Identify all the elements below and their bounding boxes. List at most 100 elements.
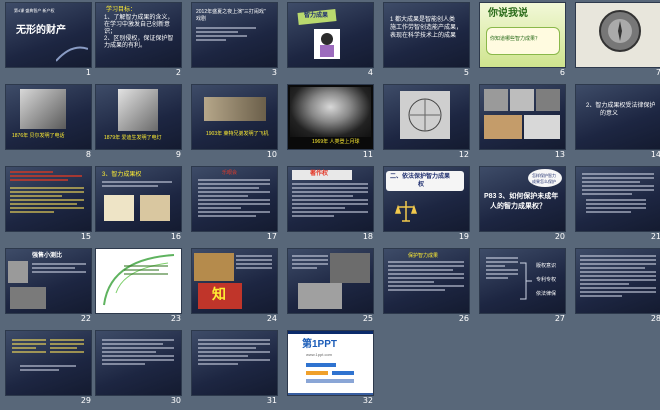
slide-text: 依法律保 — [536, 291, 557, 297]
slide-title: 人的智力成果权？ — [490, 203, 546, 210]
slide-title: 无形的财产 — [16, 25, 66, 36]
moon-landing-photo — [290, 87, 371, 137]
slide-title: 乐眼会 — [222, 170, 238, 176]
slide-thumbnail-12[interactable] — [384, 85, 469, 149]
scales-of-justice-icon — [394, 201, 418, 222]
slide-text: 表现在科学技术上的成果 — [390, 33, 457, 39]
seismograph-sketch — [400, 91, 450, 139]
slide-text: 版权意识 — [536, 263, 557, 269]
slide-thumbnail-9[interactable]: 1879年 爱迪生发明了电灯 — [96, 85, 181, 149]
slide-body-text — [582, 173, 654, 197]
slide-body-text — [388, 261, 464, 293]
slide-title: 强售小测比 — [32, 253, 63, 259]
slide-thumbnail-31[interactable] — [192, 331, 277, 395]
ppt-site-url: www.1ppt.com — [306, 352, 333, 357]
logo-bar — [306, 379, 354, 383]
slide-thumbnail-21[interactable] — [576, 167, 660, 231]
slide-thumbnail-28[interactable] — [576, 249, 660, 313]
slide-body-text — [12, 339, 46, 355]
slide-body-text — [32, 263, 86, 275]
slide-thumbnail-26[interactable]: 保护智力成果 — [384, 249, 469, 313]
news-photo — [330, 253, 370, 283]
slide-thumbnail-27[interactable]: 版权意识 专利专权 依法律保 — [480, 249, 565, 313]
slide-number: 14 — [650, 150, 660, 159]
slide-thumbnail-22[interactable]: 强售小测比 — [6, 249, 91, 313]
slide-thumbnail-13[interactable] — [480, 85, 565, 149]
slide-thumbnail-29[interactable] — [6, 331, 91, 395]
slide-number: 25 — [362, 314, 373, 323]
slide-question: 你知道哪些智力成果？ — [490, 36, 541, 42]
slide-number: 18 — [362, 232, 373, 241]
slide-number: 2 — [175, 68, 181, 77]
slide-sorter-grid: 第4课 盛典智产 新产权 无形的财产 1 学习目标： 1、了解智力成果的含义， … — [0, 0, 660, 410]
slide-number: 27 — [554, 314, 565, 323]
slide-text: 在学习中激发自己创新意 — [104, 22, 171, 28]
slide-title: 智力成果 — [304, 13, 329, 19]
edison-lamp-photo — [118, 89, 158, 131]
slide-thumbnail-17[interactable]: 乐眼会 — [192, 167, 277, 231]
slide-title: 3、智力成果权 — [102, 172, 142, 178]
ppt-logo-text: 第1PPT — [302, 339, 338, 350]
slide-caption: 1969年 人类登上月球 — [312, 139, 360, 145]
airplane-photo — [204, 97, 266, 121]
slide-caption: 1876年 贝尔发明了电话 — [12, 133, 65, 139]
slide-thumbnail-32[interactable]: 第1PPT www.1ppt.com — [288, 331, 373, 395]
slide-thumbnail-5[interactable]: 1 都大成果是智能创人类 施工作劳智创造能产成果， 表现在科学技术上的成果 — [384, 3, 469, 67]
slide-body-text — [20, 365, 76, 373]
collage-photo-5 — [524, 115, 560, 139]
slide-list-text — [586, 199, 646, 215]
slide-thumbnail-7[interactable] — [576, 3, 660, 67]
slide-thumbnail-19[interactable]: 二、依法保护智力成果 权 — [384, 167, 469, 231]
slide-body-text — [198, 179, 270, 219]
slide-title: 著作权 — [310, 171, 329, 177]
slide-thumbnail-11[interactable]: 1969年 人类登上月球 — [288, 85, 373, 149]
slide-thumbnail-20[interactable]: 怎样保护智力 成果怎么保护 P83 3、如何保护未成年 人的智力成果权？ — [480, 167, 565, 231]
header-bar — [288, 331, 373, 334]
slide-thumbnail-8[interactable]: 1876年 贝尔发明了电话 — [6, 85, 91, 149]
slide-body-text — [50, 339, 84, 355]
slide-title: 你说我说 — [488, 8, 528, 19]
compass-image — [599, 10, 641, 52]
collage-photo-2 — [510, 89, 534, 111]
slide-number: 13 — [554, 150, 565, 159]
slide-body-text — [292, 255, 328, 271]
slide-thumbnail-18[interactable]: 著作权 — [288, 167, 373, 231]
slide-thumbnail-25[interactable] — [288, 249, 373, 313]
slide-text: 1 都大成果是智能创人类 — [390, 17, 456, 23]
slide-number: 19 — [458, 232, 469, 241]
slide-body-text — [580, 255, 656, 299]
slide-title: 二、依法保护智力成果 — [390, 174, 451, 180]
slide-number: 26 — [458, 314, 469, 323]
slide-number: 23 — [170, 314, 181, 323]
slide-number: 31 — [266, 396, 277, 405]
slide-body-text — [102, 181, 172, 189]
slide-text: 成果怎么保护 — [532, 179, 556, 184]
slide-title: 保护智力成果 — [408, 253, 439, 259]
slide-title: 权 — [418, 182, 425, 188]
slide-thumbnail-10[interactable]: 1903年 莱特兄弟发明了飞机 — [192, 85, 277, 149]
slide-thumbnail-1[interactable]: 第4课 盛典智产 新产权 无形的财产 — [6, 3, 91, 67]
slide-number: 22 — [80, 314, 91, 323]
slide-number: 20 — [554, 232, 565, 241]
slide-text: 2、区别侵权，保证保护智 — [104, 36, 174, 42]
slide-body-text — [486, 257, 518, 281]
slide-body-text — [102, 339, 174, 367]
logo-bar — [332, 371, 354, 375]
slide-number: 7 — [655, 68, 660, 77]
slide-thumbnail-24[interactable]: 知 — [192, 249, 277, 313]
slide-thumbnail-2[interactable]: 学习目标： 1、了解智力成果的含义， 在学习中激发自己创新意 识； 2、区别侵权… — [96, 3, 181, 67]
slide-thumbnail-4[interactable]: 智力成果 — [288, 3, 373, 67]
slide-thumbnail-14[interactable]: 2、智力成果权受法律保护 的意义 — [576, 85, 660, 149]
slide-thumbnail-6[interactable]: 你说我说 你知道哪些智力成果？ — [480, 3, 565, 67]
slide-thumbnail-16[interactable]: 3、智力成果权 — [96, 167, 181, 231]
slide-thumbnail-30[interactable] — [96, 331, 181, 395]
slide-body-text — [10, 171, 82, 183]
news-photo — [298, 283, 342, 309]
quiz-photo — [10, 287, 46, 309]
slide-number: 6 — [559, 68, 565, 77]
slide-number: 5 — [463, 68, 469, 77]
slide-thumbnail-23[interactable] — [96, 249, 181, 313]
slide-thumbnail-15[interactable] — [6, 167, 91, 231]
slide-number: 32 — [362, 396, 373, 405]
slide-thumbnail-3[interactable]: 2012年盛夏之夜上演"三打闹戏" 戏剧 — [192, 3, 277, 67]
